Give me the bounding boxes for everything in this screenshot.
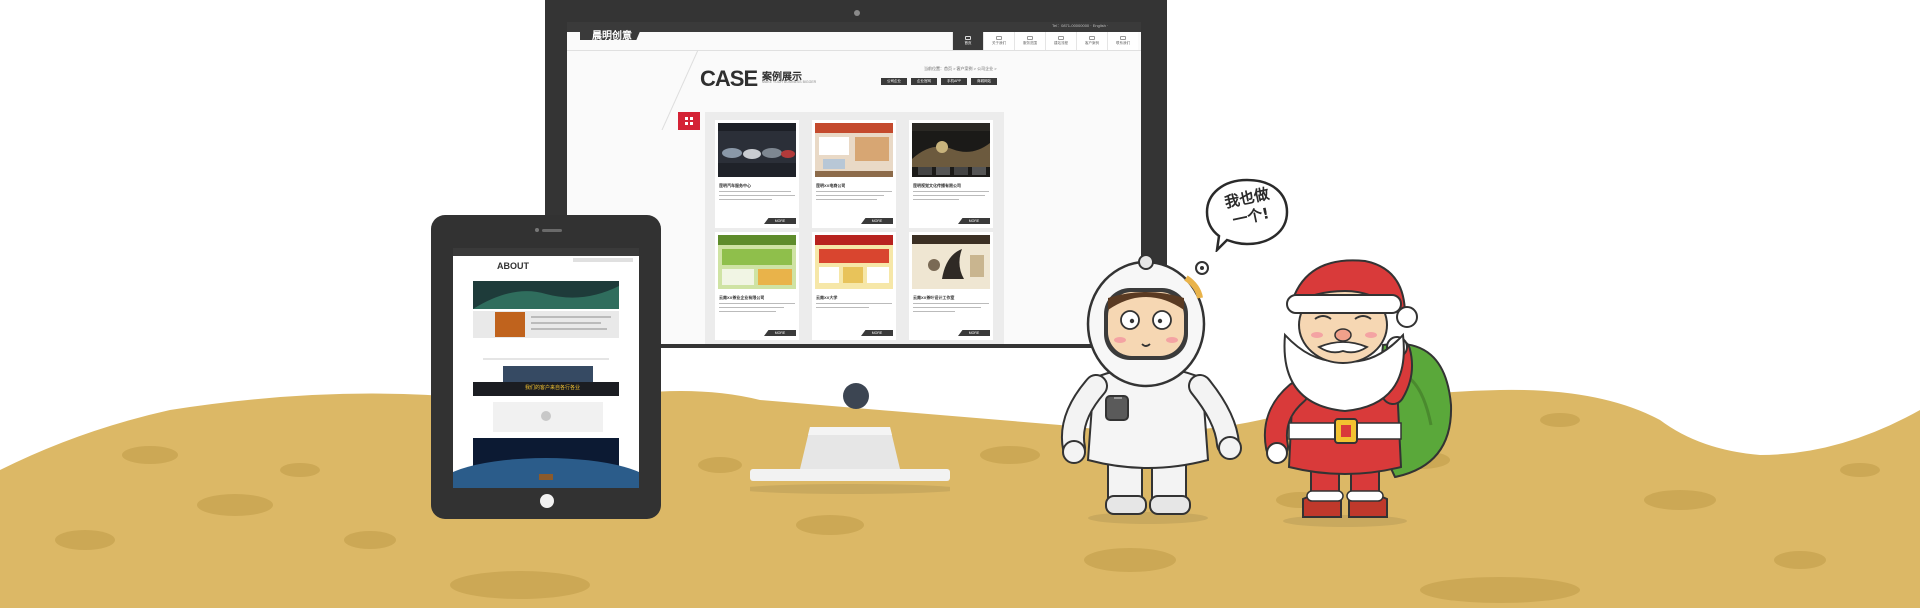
case-card-description [816,303,892,323]
tablet-home-button[interactable] [540,494,554,508]
case-card-title: 云南XX大学 [816,295,838,300]
case-card-title: 云南XX茶叶设计工作室 [913,295,955,300]
site-logo[interactable]: 晨明创意 [592,27,632,42]
astronaut-character [1061,254,1242,524]
site-divider [567,50,1141,51]
case-thumbnail [815,235,893,289]
nav-icon [965,36,971,40]
site-nav-label: 客户案例 [1085,41,1099,45]
case-card-title: 昆明XX电商公司 [816,183,846,188]
case-card-description [719,303,795,323]
monitor-camera [854,10,860,16]
more-button[interactable]: MORE [861,218,893,224]
case-grid: 昆明汽车服务中心 MORE 昆明XX电商公司 MORE 昆明视觉文化传播有限公司… [705,112,1004,344]
santa-claus-character [1264,259,1453,527]
case-card[interactable]: 昆明视觉文化传播有限公司 MORE [909,120,993,228]
site-nav-label: 建站流程 [1054,41,1068,45]
case-thumbnail [815,123,893,177]
case-card-description [816,191,892,211]
tablet-screen: ABOUT 我们的客户来自各行各业 [453,248,639,488]
tablet-camera [535,228,539,232]
site-nav: 首页 关于我们 服务范围 建站流程 客户案例 联系我们 [952,32,1138,50]
site-nav-item-process[interactable]: 建站流程 [1045,32,1076,50]
filter-button[interactable]: 商城网站 [971,78,997,85]
tablet-about-heading: ABOUT [497,261,529,271]
case-card-description [719,191,795,211]
case-subheading: MAKE YOUR BUSINESS BIGGER [762,80,817,84]
case-card[interactable]: 昆明汽车服务中心 MORE [715,120,799,228]
case-thumbnail [912,123,990,177]
filter-button[interactable]: 企业官网 [911,78,937,85]
site-nav-label: 首页 [964,41,972,45]
site-nav-item-home[interactable]: 首页 [952,32,983,50]
case-filter-row: 公司企业 企业官网 手机APP 商城网站 [881,78,997,85]
tablet-banner-text: 我们的客户来自各行各业 [525,385,581,391]
site-topbar-info: Tel：0871-00000000 · English · [1052,23,1109,28]
case-card[interactable]: 云南XX茶业企业有限公司 MORE [715,232,799,340]
filter-button[interactable]: 手机APP [941,78,967,85]
site-nav-label: 关于我们 [992,41,1006,45]
case-card-description [913,303,989,323]
tablet-site-preview [453,248,639,488]
case-thumbnail [912,235,990,289]
filter-button[interactable]: 公司企业 [881,78,907,85]
case-card-title: 云南XX茶业企业有限公司 [719,295,765,300]
site-nav-label: 联系我们 [1116,41,1130,45]
case-card[interactable]: 昆明XX电商公司 MORE [812,120,896,228]
site-nav-item-services[interactable]: 服务范围 [1014,32,1045,50]
more-button[interactable]: MORE [958,330,990,336]
more-button[interactable]: MORE [764,218,796,224]
case-thumbnail [718,235,796,289]
nav-icon [1120,36,1126,40]
more-button[interactable]: MORE [764,330,796,336]
case-thumbnail [718,123,796,177]
more-button[interactable]: MORE [861,330,893,336]
site-nav-item-cases[interactable]: 客户案例 [1076,32,1107,50]
case-card[interactable]: 云南XX茶叶设计工作室 MORE [909,232,993,340]
grid-view-icon[interactable] [678,112,700,130]
site-nav-item-contact[interactable]: 联系我们 [1107,32,1138,50]
case-heading: CASE [700,66,758,91]
nav-icon [1027,36,1033,40]
tablet-speaker [542,229,562,232]
nav-icon [996,36,1002,40]
site-nav-item-about[interactable]: 关于我们 [983,32,1014,50]
case-card-title: 昆明视觉文化传播有限公司 [913,183,961,188]
case-card[interactable]: 云南XX大学 MORE [812,232,896,340]
nav-icon [1058,36,1064,40]
breadcrumb: 当前位置：首页 > 客户案例 > 公司企业 > [924,66,997,71]
more-button[interactable]: MORE [958,218,990,224]
banner-stage: Tel：0871-00000000 · English · 晨明创意 首页 关于… [0,0,1920,608]
monitor-logo [843,383,869,409]
case-card-description [913,191,989,211]
nav-icon [1089,36,1095,40]
monitor-stand [750,427,950,494]
site-nav-label: 服务范围 [1023,41,1037,45]
case-card-title: 昆明汽车服务中心 [719,183,751,188]
